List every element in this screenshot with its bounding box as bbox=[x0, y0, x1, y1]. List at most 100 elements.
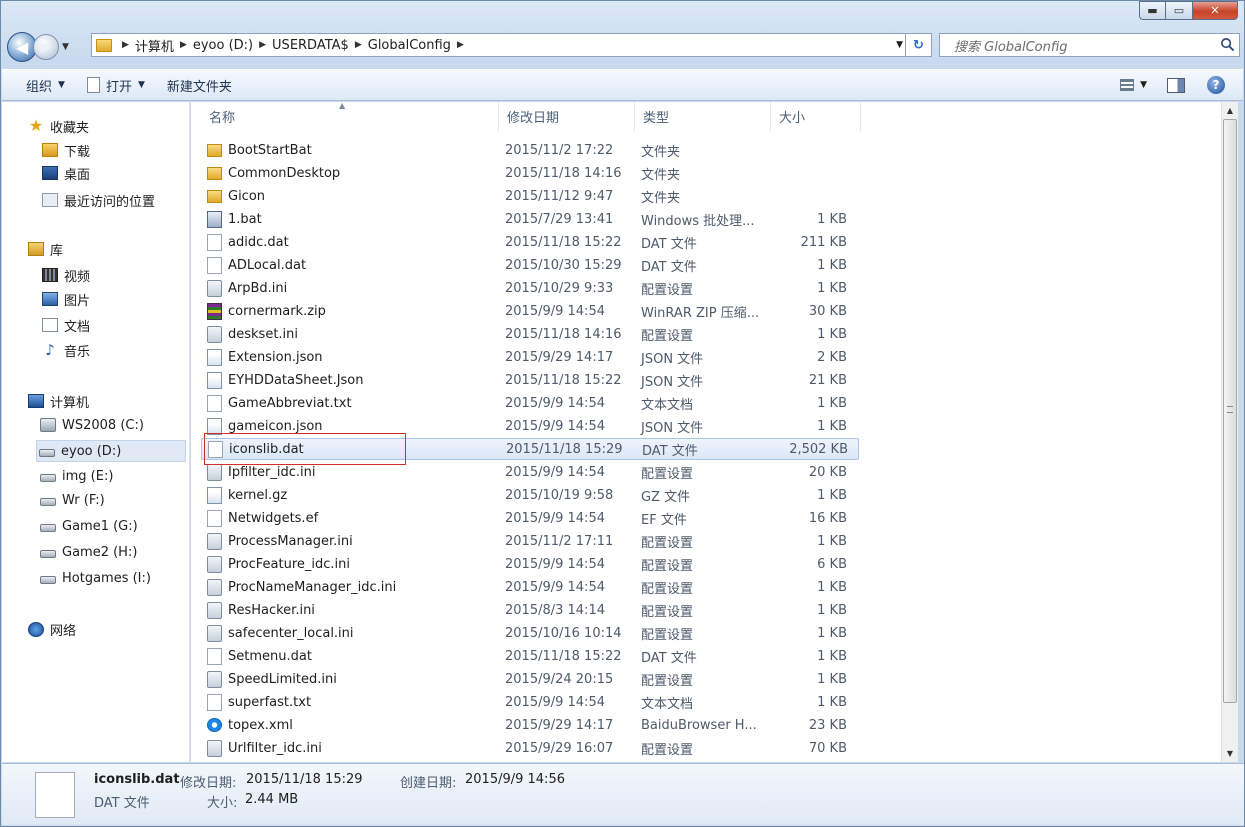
table-row[interactable]: BootStartBat 2015/11/2 17:22 文件夹 bbox=[201, 139, 859, 161]
breadcrumb-drive-d[interactable]: eyoo (D:) bbox=[193, 38, 253, 53]
sidebar-item-desktop[interactable]: 桌面 bbox=[42, 162, 188, 184]
table-row[interactable]: Extension.json 2015/9/29 14:17 JSON 文件 2 KB bbox=[201, 346, 859, 368]
file-name: Urlfilter_idc.ini bbox=[228, 740, 322, 756]
chevron-right-icon[interactable]: ▶ bbox=[457, 40, 464, 50]
drive-icon bbox=[40, 498, 56, 506]
table-row[interactable]: Setmenu.dat 2015/11/18 15:22 DAT 文件 1 KB bbox=[201, 645, 859, 667]
table-row[interactable]: cornermark.zip 2015/9/9 14:54 WinRAR ZIP 压… bbox=[201, 300, 859, 322]
sidebar-item-documents[interactable]: 文档 bbox=[42, 314, 188, 336]
sidebar-item-downloads[interactable]: 下载 bbox=[42, 139, 188, 161]
table-row[interactable]: gameicon.json 2015/9/9 14:54 JSON 文件 1 KB bbox=[201, 415, 859, 437]
table-row[interactable]: ProcNameManager_idc.ini 2015/9/9 14:54 配置设… bbox=[201, 576, 859, 598]
file-name-cell: ResHacker.ini bbox=[201, 601, 497, 619]
sidebar-item-computer[interactable]: 计算机 bbox=[28, 390, 188, 412]
minimize-button[interactable]: ▬ bbox=[1139, 1, 1166, 20]
ini-icon bbox=[207, 601, 222, 619]
table-row[interactable]: ProcFeature_idc.ini 2015/9/9 14:54 配置设置 6 K… bbox=[201, 553, 859, 575]
table-row[interactable]: topex.xml 2015/9/29 14:17 BaiduBrowser H..… bbox=[201, 714, 859, 736]
table-row[interactable]: ProcessManager.ini 2015/11/2 17:11 配置设置 1 K… bbox=[201, 530, 859, 552]
file-size: 1 KB bbox=[817, 395, 847, 411]
recent-pages-dropdown[interactable]: ▼ bbox=[62, 42, 69, 52]
table-row[interactable]: SpeedLimited.ini 2015/9/24 20:15 配置设置 1 KB bbox=[201, 668, 859, 690]
help-icon[interactable]: ? bbox=[1207, 76, 1225, 94]
breadcrumb-globalconfig[interactable]: GlobalConfig bbox=[368, 38, 451, 53]
file-date: 2015/7/29 13:41 bbox=[505, 211, 614, 227]
chevron-right-icon[interactable]: ▶ bbox=[180, 40, 187, 50]
ini-icon bbox=[207, 555, 222, 573]
file-date: 2015/10/16 10:14 bbox=[505, 625, 622, 641]
table-row[interactable]: Netwidgets.ef 2015/9/9 14:54 EF 文件 16 KB bbox=[201, 507, 859, 529]
sidebar-item-drive-c[interactable]: WS2008 (C:) bbox=[40, 414, 188, 436]
column-size[interactable]: 大小 bbox=[771, 102, 861, 131]
column-date[interactable]: 修改日期 bbox=[499, 102, 635, 131]
forward-button[interactable]: ▶ bbox=[33, 34, 59, 60]
search-icon[interactable] bbox=[1220, 37, 1235, 52]
sidebar-item-drive-g[interactable]: Game1 (G:) bbox=[40, 515, 188, 537]
ini-icon bbox=[207, 739, 222, 757]
file-name: Gicon bbox=[228, 188, 266, 204]
table-row[interactable]: Urlfilter_idc.ini 2015/9/29 16:07 配置设置 70 K… bbox=[201, 737, 859, 759]
preview-pane-icon[interactable] bbox=[1167, 77, 1185, 93]
sidebar-item-label: 下载 bbox=[64, 144, 91, 160]
sidebar-item-network[interactable]: 网络 bbox=[28, 618, 188, 640]
table-row[interactable]: Ipfilter_idc.ini 2015/9/9 14:54 配置设置 20 KB bbox=[201, 461, 859, 483]
sidebar-item-favorites[interactable]: ★ 收藏夹 bbox=[28, 115, 188, 137]
table-row[interactable]: CommonDesktop 2015/11/18 14:16 文件夹 bbox=[201, 162, 859, 184]
table-row[interactable]: ResHacker.ini 2015/8/3 14:14 配置设置 1 KB bbox=[201, 599, 859, 621]
column-type[interactable]: 类型 bbox=[635, 102, 771, 131]
address-bar[interactable]: ▶ 计算机 ▶ eyoo (D:) ▶ USERDATA$ ▶ GlobalCo… bbox=[91, 33, 932, 57]
scroll-down-button[interactable]: ▼ bbox=[1222, 745, 1238, 762]
table-row[interactable]: superfast.txt 2015/9/9 14:54 文本文档 1 KB bbox=[201, 691, 859, 713]
table-row[interactable]: 1.bat 2015/7/29 13:41 Windows 批处理... 1 KB bbox=[201, 208, 859, 230]
vertical-scrollbar[interactable]: ▲ ▼ bbox=[1221, 102, 1238, 762]
chevron-right-icon[interactable]: ▶ bbox=[259, 40, 266, 50]
maximize-button[interactable]: ▭ bbox=[1166, 1, 1193, 20]
open-button[interactable]: 打开 ▼ bbox=[86, 76, 145, 95]
breadcrumb-computer[interactable]: 计算机 bbox=[135, 36, 174, 55]
close-button[interactable]: ✕ bbox=[1193, 1, 1238, 20]
table-row[interactable]: safecenter_local.ini 2015/10/16 10:14 配置设置… bbox=[201, 622, 859, 644]
sidebar-item-videos[interactable]: 视频 bbox=[42, 264, 188, 286]
desktop-icon bbox=[42, 166, 58, 180]
sidebar-item-drive-h[interactable]: Game2 (H:) bbox=[40, 541, 188, 563]
table-row[interactable]: ArpBd.ini 2015/10/29 9:33 配置设置 1 KB bbox=[201, 277, 859, 299]
table-row[interactable]: adidc.dat 2015/11/18 15:22 DAT 文件 211 KB bbox=[201, 231, 859, 253]
table-row[interactable]: GameAbbreviat.txt 2015/9/9 14:54 文本文档 1 KB bbox=[201, 392, 859, 414]
sidebar-item-drive-f[interactable]: Wr (F:) bbox=[40, 489, 188, 511]
sidebar-item-recent-places[interactable]: 最近访问的位置 bbox=[42, 189, 188, 211]
chevron-down-icon[interactable]: ▼ bbox=[1140, 80, 1147, 90]
scroll-up-button[interactable]: ▲ bbox=[1222, 102, 1238, 119]
address-dropdown[interactable]: ▼ bbox=[896, 40, 903, 50]
table-row[interactable]: kernel.gz 2015/10/19 9:58 GZ 文件 1 KB bbox=[201, 484, 859, 506]
table-row[interactable]: iconslib.dat 2015/11/18 15:29 DAT 文件 2,502 … bbox=[201, 438, 859, 460]
folder-icon bbox=[96, 38, 112, 52]
sidebar-item-label: Game1 (G:) bbox=[62, 518, 138, 534]
breadcrumb-userdata[interactable]: USERDATA$ bbox=[272, 38, 349, 53]
change-view-icon[interactable] bbox=[1120, 79, 1135, 91]
table-row[interactable]: deskset.ini 2015/11/18 14:16 配置设置 1 KB bbox=[201, 323, 859, 345]
file-size: 1 KB bbox=[817, 326, 847, 342]
sidebar-item-pictures[interactable]: 图片 bbox=[42, 288, 188, 310]
toolbar-right: ▼ ? bbox=[1120, 76, 1225, 94]
search-input[interactable]: 搜索 GlobalConfig bbox=[939, 33, 1240, 57]
sidebar-item-drive-d[interactable]: eyoo (D:) bbox=[36, 440, 186, 462]
organize-button[interactable]: 组织 ▼ bbox=[26, 76, 65, 95]
sidebar-item-libraries[interactable]: 库 bbox=[28, 238, 188, 260]
file-type: 配置设置 bbox=[641, 328, 694, 344]
refresh-icon[interactable]: ↻ bbox=[905, 33, 931, 57]
file-icon bbox=[207, 256, 222, 274]
table-row[interactable]: EYHDDataSheet.Json 2015/11/18 15:22 JSON 文… bbox=[201, 369, 859, 391]
new-folder-button[interactable]: 新建文件夹 bbox=[167, 76, 232, 95]
table-row[interactable]: Gicon 2015/11/12 9:47 文件夹 bbox=[201, 185, 859, 207]
sidebar-item-drive-i[interactable]: Hotgames (I:) bbox=[40, 567, 188, 589]
column-name[interactable]: 名称 bbox=[201, 102, 499, 131]
sidebar-item-drive-e[interactable]: img (E:) bbox=[40, 465, 188, 487]
sidebar-item-music[interactable]: ♪ 音乐 bbox=[42, 339, 188, 361]
file-size: 211 KB bbox=[800, 234, 847, 250]
library-icon bbox=[28, 242, 44, 256]
file-size: 1 KB bbox=[817, 257, 847, 273]
chevron-right-icon[interactable]: ▶ bbox=[355, 40, 362, 50]
file-size: 1 KB bbox=[817, 648, 847, 664]
table-row[interactable]: ADLocal.dat 2015/10/30 15:29 DAT 文件 1 KB bbox=[201, 254, 859, 276]
scroll-thumb[interactable] bbox=[1223, 119, 1237, 703]
